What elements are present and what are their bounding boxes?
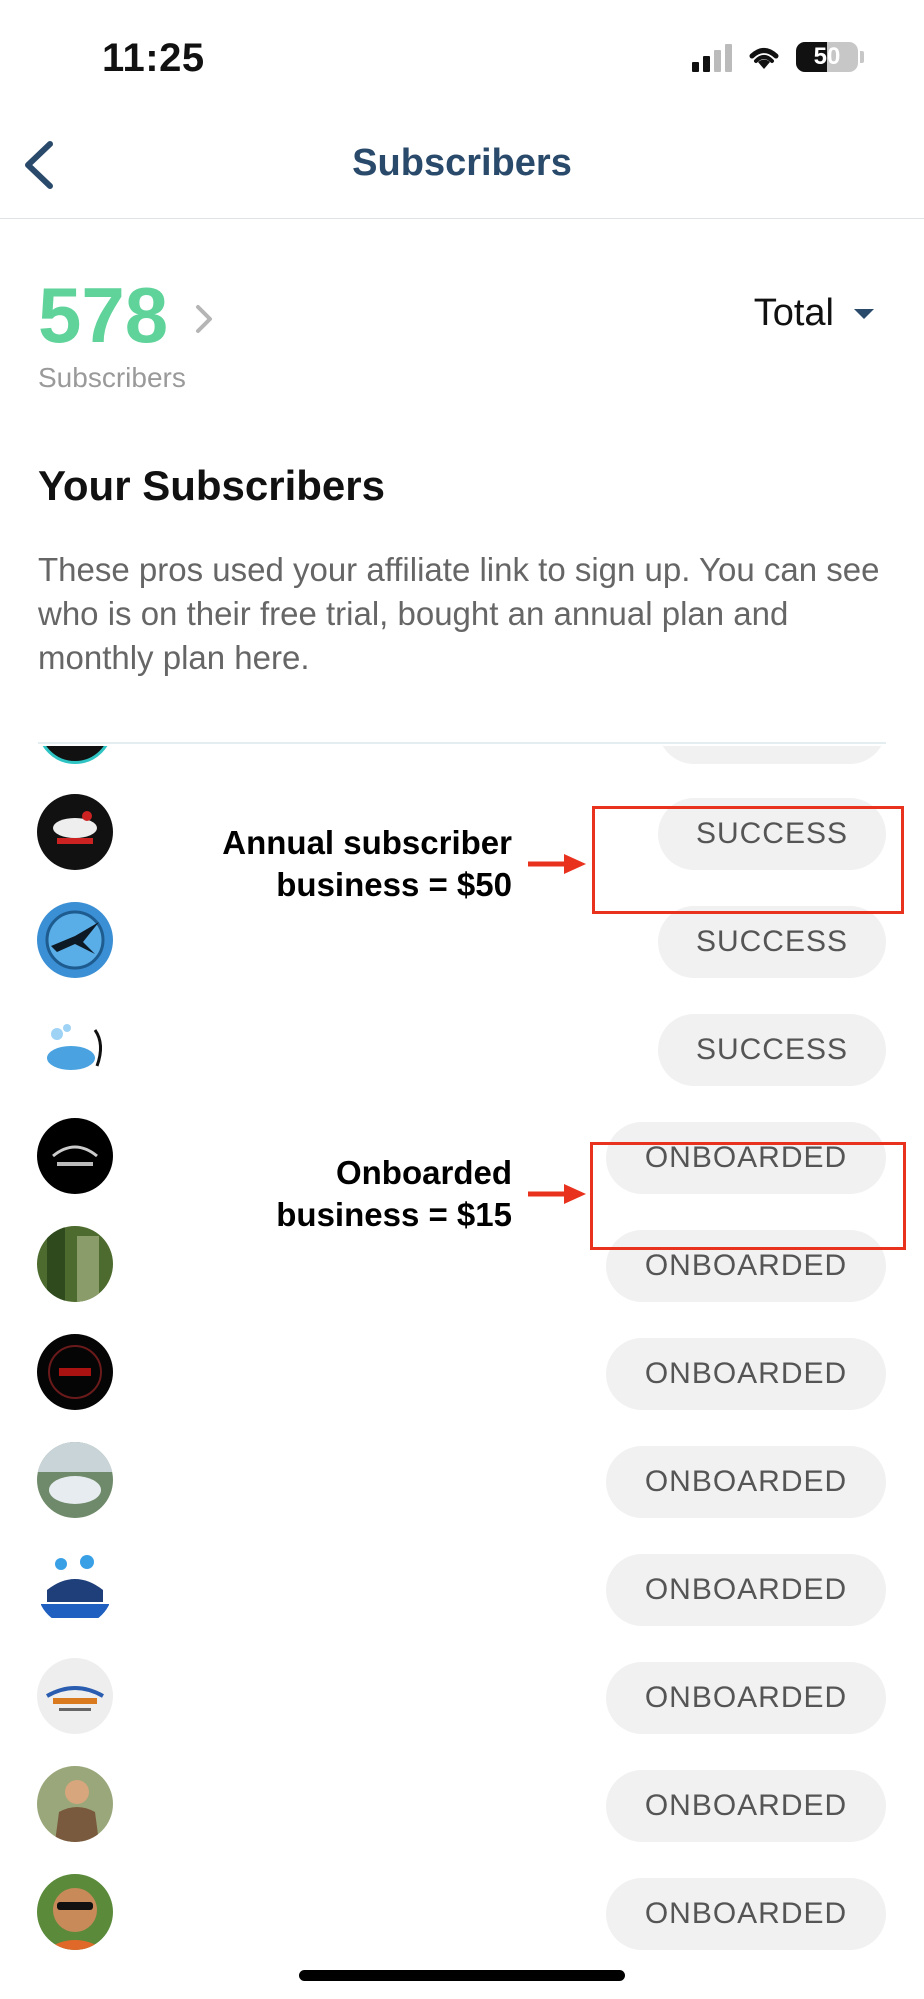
annual-annotation-line2: business = $50 bbox=[276, 866, 512, 903]
subscriber-count-link[interactable]: 578 bbox=[38, 270, 214, 361]
chevron-right-icon bbox=[196, 304, 213, 333]
annual-arrow-icon bbox=[528, 854, 586, 874]
nav-bar: Subscribers bbox=[0, 108, 924, 219]
caret-down-icon bbox=[854, 308, 874, 319]
list-item[interactable]: ONBOARDED bbox=[0, 1858, 924, 1966]
status-time: 11:25 bbox=[102, 36, 205, 80]
list-item[interactable]: SUCCESS bbox=[0, 994, 924, 1102]
photo-avatar bbox=[37, 1226, 113, 1302]
total-filter-dropdown[interactable]: Total bbox=[754, 292, 874, 335]
detailing-logo-avatar bbox=[37, 1658, 113, 1734]
status-pill: ONBOARDED bbox=[606, 1446, 886, 1518]
onboarded-annotation-line1: Onboarded bbox=[335, 1154, 512, 1191]
partial-avatar bbox=[37, 746, 113, 764]
status-pill: ONBOARDED bbox=[606, 1338, 886, 1410]
status-pill: ONBOARDED bbox=[606, 1554, 886, 1626]
detail-logo-avatar bbox=[37, 1550, 113, 1626]
onboarded-annotation: Onboarded business = $15 bbox=[276, 1152, 512, 1236]
battery-tip bbox=[860, 51, 864, 63]
status-icons: 50 bbox=[692, 42, 864, 72]
home-indicator bbox=[299, 1970, 625, 1981]
person-selfie-avatar bbox=[37, 1874, 113, 1950]
list-item[interactable]: ONBOARDED bbox=[0, 1534, 924, 1642]
filter-label: Total bbox=[753, 292, 834, 334]
person-photo-avatar bbox=[37, 1766, 113, 1842]
onboarded-arrow-icon bbox=[528, 1184, 586, 1204]
status-pill: SUCCESS bbox=[658, 906, 886, 978]
boat-photo-avatar bbox=[37, 1442, 113, 1518]
car-splash-logo-avatar bbox=[37, 1010, 113, 1086]
blk-luxe-logo-avatar bbox=[37, 1118, 113, 1194]
subscriber-count-label: Subscribers bbox=[38, 362, 186, 393]
battery-icon: 50 bbox=[796, 42, 858, 72]
list-item[interactable]: ONBOARDED bbox=[0, 1642, 924, 1750]
annual-annotation-line1: Annual subscriber bbox=[222, 824, 512, 861]
subscriber-count: 578 bbox=[38, 271, 169, 359]
section-description: These pros used your affiliate link to s… bbox=[38, 551, 880, 676]
section-title: Your Subscribers bbox=[38, 462, 385, 509]
status-pill: SUCCESS bbox=[658, 1014, 886, 1086]
onboarded-highlight-box bbox=[590, 1142, 906, 1250]
subscriber-list[interactable]: SUCCESS SUCCESS SUCCESS ONBOARDED ONBOAR… bbox=[0, 746, 924, 1999]
divider bbox=[38, 742, 886, 744]
status-pill: ONBOARDED bbox=[606, 1770, 886, 1842]
page-title: Subscribers bbox=[352, 142, 572, 184]
battery-level: 50 bbox=[813, 43, 841, 70]
status-pill bbox=[658, 746, 886, 764]
onboarded-annotation-line2: business = $15 bbox=[276, 1196, 512, 1233]
wifi-icon bbox=[749, 48, 779, 69]
eagle-logo-avatar bbox=[37, 902, 113, 978]
list-item[interactable] bbox=[0, 746, 924, 780]
list-item[interactable]: ONBOARDED bbox=[0, 1318, 924, 1426]
cellular-signal-icon bbox=[692, 42, 732, 72]
list-item[interactable]: ONBOARDED bbox=[0, 1750, 924, 1858]
annual-highlight-box bbox=[592, 806, 904, 914]
auto-detail-logo-avatar bbox=[37, 1334, 113, 1410]
annual-annotation: Annual subscriber business = $50 bbox=[222, 822, 512, 906]
list-item[interactable]: ONBOARDED bbox=[0, 1426, 924, 1534]
car-wash-logo-avatar bbox=[37, 794, 113, 870]
status-pill: ONBOARDED bbox=[606, 1878, 886, 1950]
status-pill: ONBOARDED bbox=[606, 1662, 886, 1734]
